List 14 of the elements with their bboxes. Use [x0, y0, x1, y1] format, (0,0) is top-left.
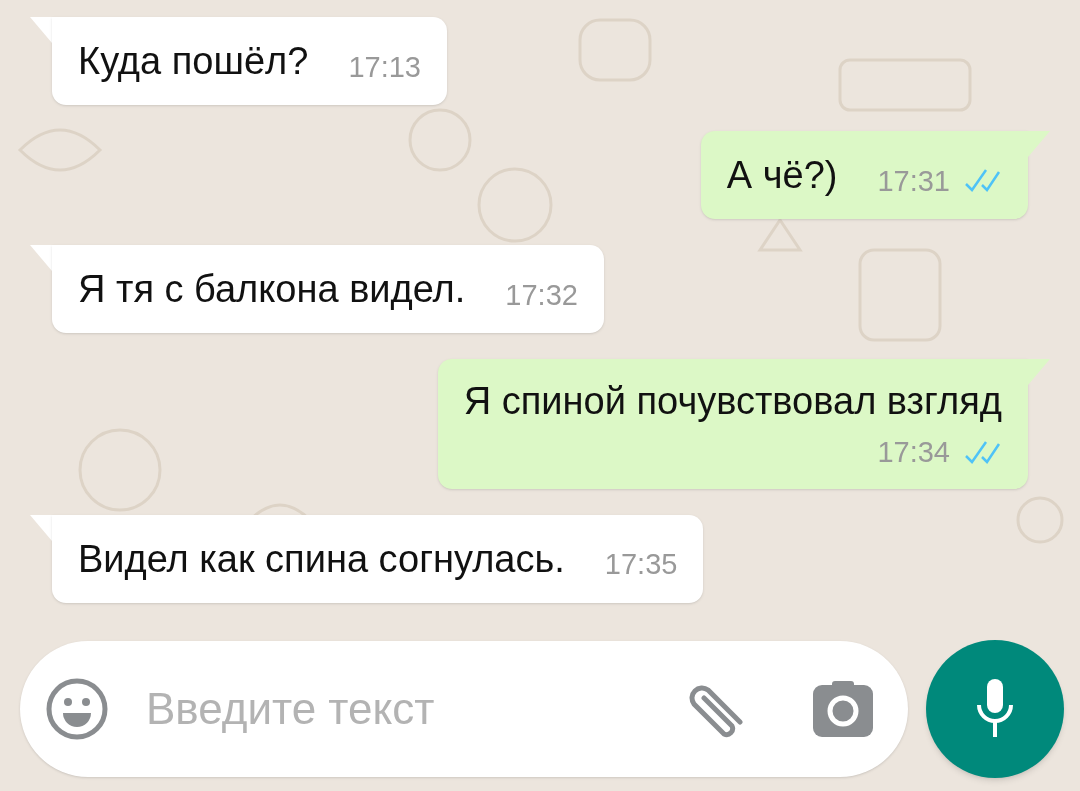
message-time: 17:31 — [877, 163, 950, 199]
message-input[interactable]: Введите текст — [146, 676, 684, 742]
message-time: 17:32 — [505, 277, 578, 313]
message-text: Видел как спина согнулась. — [78, 536, 565, 582]
camera-icon[interactable] — [812, 681, 874, 737]
message-text: Я тя с балкона видел. — [78, 267, 466, 312]
message-text: Я спиной почувствовал взгляд — [463, 379, 1002, 423]
message-time: 17:35 — [604, 547, 678, 582]
message-time: 17:34 — [877, 435, 950, 470]
message-text: Куда пошёл? — [78, 39, 309, 84]
message-time: 17:13 — [348, 49, 421, 85]
emoji-icon[interactable] — [46, 678, 108, 740]
message-field[interactable]: Введите текст — [20, 641, 908, 777]
message-text: А чё?) — [726, 153, 838, 198]
